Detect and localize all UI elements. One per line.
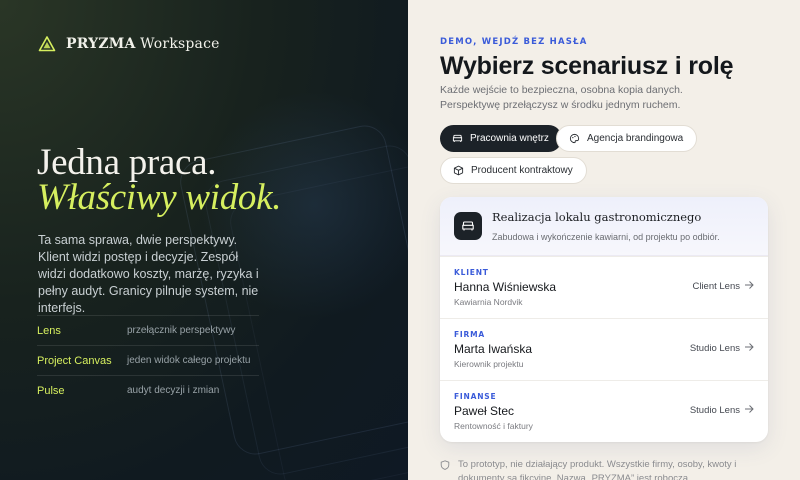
page-subtitle: Każde wejście to bezpieczna, osobna kopi… (440, 84, 683, 111)
role-lens-label: Client Lens (692, 281, 740, 292)
scenario-chooser: DEMO, WEJDŹ BEZ HASŁA Wybierz scenariusz… (408, 0, 800, 480)
palette-icon (569, 133, 580, 144)
feature-desc: przełącznik perspektywy (127, 325, 236, 336)
scenario-chip-label: Pracownia wnętrz (470, 133, 549, 144)
feature-name: Pulse (37, 384, 65, 397)
feature-desc: jeden widok całego projektu (127, 355, 251, 366)
hero-intro: Ta sama sprawa, dwie perspektywy. Klient… (38, 233, 259, 315)
role-person-name: Hanna Wiśniewska (454, 280, 557, 294)
case-icon-badge (454, 212, 482, 240)
role-organization: Kawiarnia Nordvik (454, 297, 523, 307)
brand-logo: PRYZMA Workspace (38, 35, 220, 53)
role-person-name: Paweł Stec (454, 404, 515, 418)
role-row-finanse[interactable]: FINANSE Paweł Stec Rentowność i faktury … (440, 380, 768, 442)
feature-list: Lens przełącznik perspektywy Project Can… (37, 315, 259, 405)
prism-logo-icon (38, 36, 56, 52)
scenario-card: Realizacja lokalu gastronomicznego Zabud… (440, 197, 768, 442)
case-subtitle: Zabudowa i wykończenie kawiarni, od proj… (492, 232, 720, 242)
role-label: FINANSE (454, 392, 497, 401)
disclaimer-text: To prototyp, nie działający produkt. Wsz… (458, 459, 737, 480)
role-lens-label: Studio Lens (689, 405, 740, 416)
role-row-firma[interactable]: FIRMA Marta Iwańska Kierownik projektu S… (440, 318, 768, 380)
scenario-chip-agencja-brandingowa[interactable]: Agencja brandingowa (556, 125, 698, 152)
feature-name: Project Canvas (37, 354, 112, 367)
arrow-right-icon (745, 405, 754, 413)
arrow-right-icon (745, 281, 754, 289)
scenario-card-header: Realizacja lokalu gastronomicznego Zabud… (440, 197, 768, 256)
arrow-right-icon (745, 343, 754, 351)
sofa-icon (462, 221, 474, 231)
role-label: KLIENT (454, 268, 489, 277)
disclaimer-note: To prototyp, nie działający produkt. Wsz… (440, 458, 770, 480)
brand-panel: PRYZMA Workspace Jedna praca. Właściwy w… (0, 0, 408, 480)
scenario-chip-producent-kontraktowy[interactable]: Producent kontraktowy (440, 157, 587, 184)
sofa-icon (452, 134, 463, 142)
feature-desc: audyt decyzji i zmian (127, 385, 220, 396)
feature-row: Pulse audyt decyzji i zmian (37, 375, 259, 405)
role-organization: Rentowność i faktury (454, 421, 533, 431)
shield-icon (440, 460, 450, 470)
page-title: Wybierz scenariusz i rolę (440, 52, 734, 80)
role-lens-label: Studio Lens (689, 343, 740, 354)
hero-line-1: Jedna praca. (37, 142, 217, 183)
role-row-klient[interactable]: KLIENT Hanna Wiśniewska Kawiarnia Nordvi… (440, 256, 768, 318)
box-icon (453, 165, 464, 176)
feature-name: Lens (37, 324, 61, 337)
brand-name: PRYZMA Workspace (66, 36, 220, 52)
hero-line-2: Właściwy widok. (37, 177, 282, 218)
scenario-chip-pracownia-wnetrz[interactable]: Pracownia wnętrz (440, 125, 562, 152)
scenario-chip-label: Producent kontraktowy (471, 165, 573, 176)
role-label: FIRMA (454, 330, 485, 339)
demo-eyebrow: DEMO, WEJDŹ BEZ HASŁA (440, 37, 588, 47)
case-title: Realizacja lokalu gastronomicznego (492, 210, 702, 224)
role-organization: Kierownik projektu (454, 359, 524, 369)
scenario-chip-label: Agencja brandingowa (587, 133, 684, 144)
feature-row: Lens przełącznik perspektywy (37, 315, 259, 345)
feature-row: Project Canvas jeden widok całego projek… (37, 345, 259, 375)
role-person-name: Marta Iwańska (454, 342, 533, 356)
